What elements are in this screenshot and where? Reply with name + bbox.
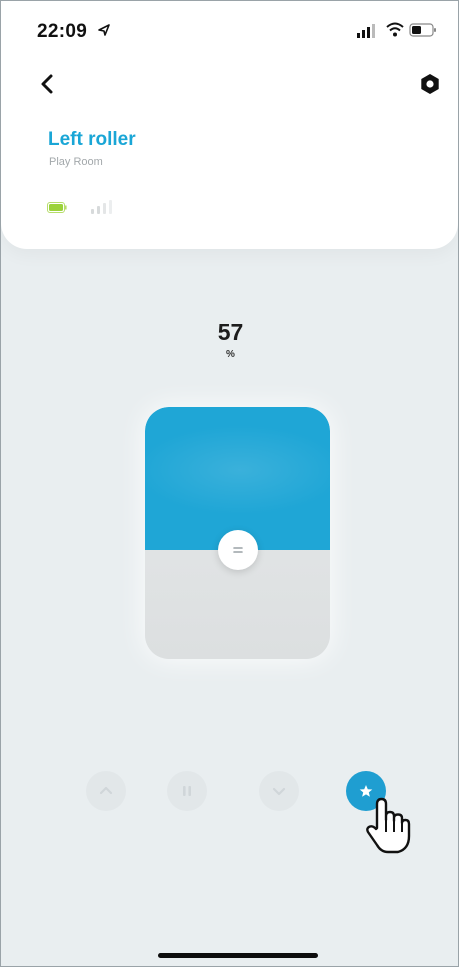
back-button[interactable] <box>35 71 61 97</box>
status-bar: 22:09 <box>1 1 458 61</box>
open-button[interactable] <box>86 771 126 811</box>
cellular-signal-icon <box>357 24 375 38</box>
wifi-icon <box>386 22 404 37</box>
battery-level-icon <box>47 202 67 213</box>
location-arrow-icon <box>98 24 110 36</box>
close-button[interactable] <box>259 771 299 811</box>
position-percent: 57 <box>217 319 244 345</box>
shade-glare <box>145 425 330 515</box>
battery-status-icon <box>409 23 436 37</box>
roller-drag-handle[interactable] <box>218 530 258 570</box>
roller-shade <box>145 407 330 550</box>
gear-icon[interactable] <box>417 71 443 97</box>
home-indicator <box>158 953 318 958</box>
signal-strength-icon <box>91 200 112 214</box>
drag-lines-icon <box>233 547 243 553</box>
app-screen: 22:09 Left roller Play Room 57 % <box>0 0 459 967</box>
chevron-down-icon <box>272 787 286 796</box>
hand-pointer-icon <box>366 797 411 854</box>
pause-icon <box>183 786 191 796</box>
position-unit: % <box>226 349 235 360</box>
chevron-up-icon <box>99 786 113 795</box>
status-time: 22:09 <box>37 21 88 42</box>
stop-button[interactable] <box>167 771 207 811</box>
device-name: Left roller <box>48 129 136 150</box>
device-room: Play Room <box>49 156 103 168</box>
device-header-card: 22:09 Left roller Play Room <box>1 1 458 249</box>
